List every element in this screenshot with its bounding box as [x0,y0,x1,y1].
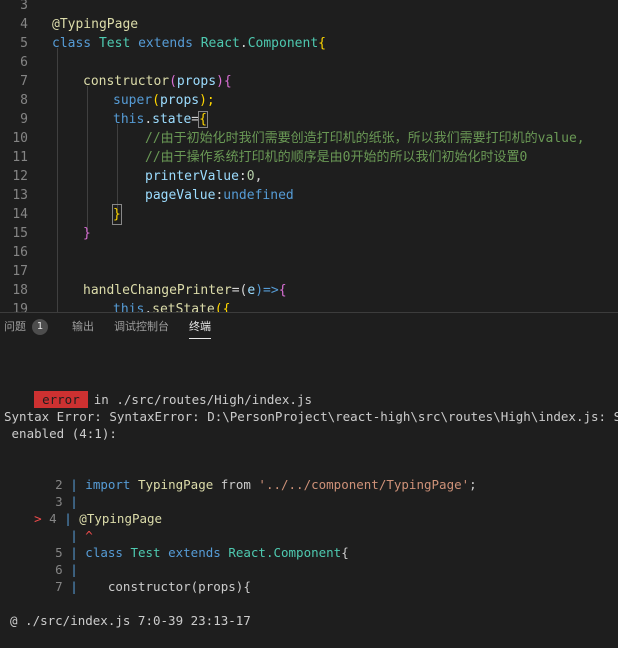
editor-line: 10 //由于初始化时我们需要创造打印机的纸张，所以我们需要打印机的value, [0,129,618,148]
code-comment[interactable]: //由于初始化时我们需要创造打印机的纸张，所以我们需要打印机的value, [145,129,585,148]
line-number: 18 [12,283,28,298]
terminal-output[interactable]: error in ./src/routes/High/index.js Synta… [0,340,618,648]
code-text[interactable]: handleChangePrinter=(e)=>{ [83,281,287,300]
line-number: 16 [12,245,28,260]
line-number: 9 [20,112,28,127]
line-number: 14 [12,207,28,222]
editor-line: 12 printerValue:0, [0,167,618,186]
panel-tab-bar: 问题 1 输出 调试控制台 终端 [0,312,618,341]
line-number: 6 [20,55,28,70]
editor-line: 16 [0,243,618,262]
tab-label: 调试控制台 [114,320,169,333]
code-text[interactable]: super(props); [113,91,215,110]
code-text[interactable]: constructor(props){ [83,72,232,91]
code-text[interactable]: } [83,224,91,243]
editor-line: 9 this.state={ [0,110,618,129]
editor-line: 4 @TypingPage [0,15,618,34]
problems-count-badge: 1 [32,319,48,335]
editor-line: 6 [0,53,618,72]
line-number: 13 [12,188,28,203]
syntax-error-message: enabled (4:1): [4,426,117,441]
tab-label: 输出 [72,320,94,333]
editor-line: 3 [0,0,618,15]
editor-line: 13 pageValue:undefined [0,186,618,205]
code-text[interactable]: this.setState({ [113,300,230,312]
line-number: 4 [20,17,28,32]
syntax-error-message: Syntax Error: SyntaxError: D:\PersonProj… [4,409,618,424]
editor-line: 5 class Test extends React.Component{ [0,34,618,53]
error-path: in ./src/routes/High/index.js [93,392,312,407]
snippet-line: 7 | constructor(props){ [55,579,251,594]
line-number: 19 [12,302,28,312]
code-text[interactable]: @TypingPage [52,15,138,34]
code-text[interactable]: pageValue:undefined [145,186,294,205]
code-text[interactable]: this.state={ [113,110,208,129]
code-editor[interactable]: 3 4 @TypingPage 5 class Test extends Rea… [0,0,618,312]
tab-label: 问题 [4,320,26,333]
line-number: 11 [12,150,28,165]
editor-line: 7 constructor(props){ [0,72,618,91]
line-number: 12 [12,169,28,184]
line-number: 8 [20,93,28,108]
tab-output[interactable]: 输出 [72,313,94,341]
line-number: 3 [20,0,28,13]
editor-line: 17 [0,262,618,281]
editor-line: 15 } [0,224,618,243]
editor-line: 11 //由于操作系统打印机的顺序是由0开始的所以我们初始化时设置0 [0,148,618,167]
line-number: 5 [20,36,28,51]
module-trace: @ ./src/index.js 7:0-39 23:13-17 [10,613,251,628]
line-number: 15 [12,226,28,241]
tab-problems[interactable]: 问题 1 [4,313,48,341]
editor-line: 19 this.setState({ [0,300,618,312]
code-text[interactable]: } [112,204,122,225]
code-comment[interactable]: //由于操作系统打印机的顺序是由0开始的所以我们初始化时设置0 [145,148,527,167]
editor-line: 14 } [0,204,618,225]
tab-terminal[interactable]: 终端 [189,313,211,341]
code-text[interactable]: class Test extends React.Component{ [52,34,326,53]
error-badge: error [34,391,88,408]
line-number: 7 [20,74,28,89]
tab-debug-console[interactable]: 调试控制台 [114,313,169,341]
line-number: 17 [12,264,28,279]
line-number: 10 [12,131,28,146]
code-text[interactable]: printerValue:0, [145,167,262,186]
editor-line: 18 handleChangePrinter=(e)=>{ [0,281,618,300]
editor-line: 8 super(props); [0,91,618,110]
tab-label: 终端 [189,320,211,333]
